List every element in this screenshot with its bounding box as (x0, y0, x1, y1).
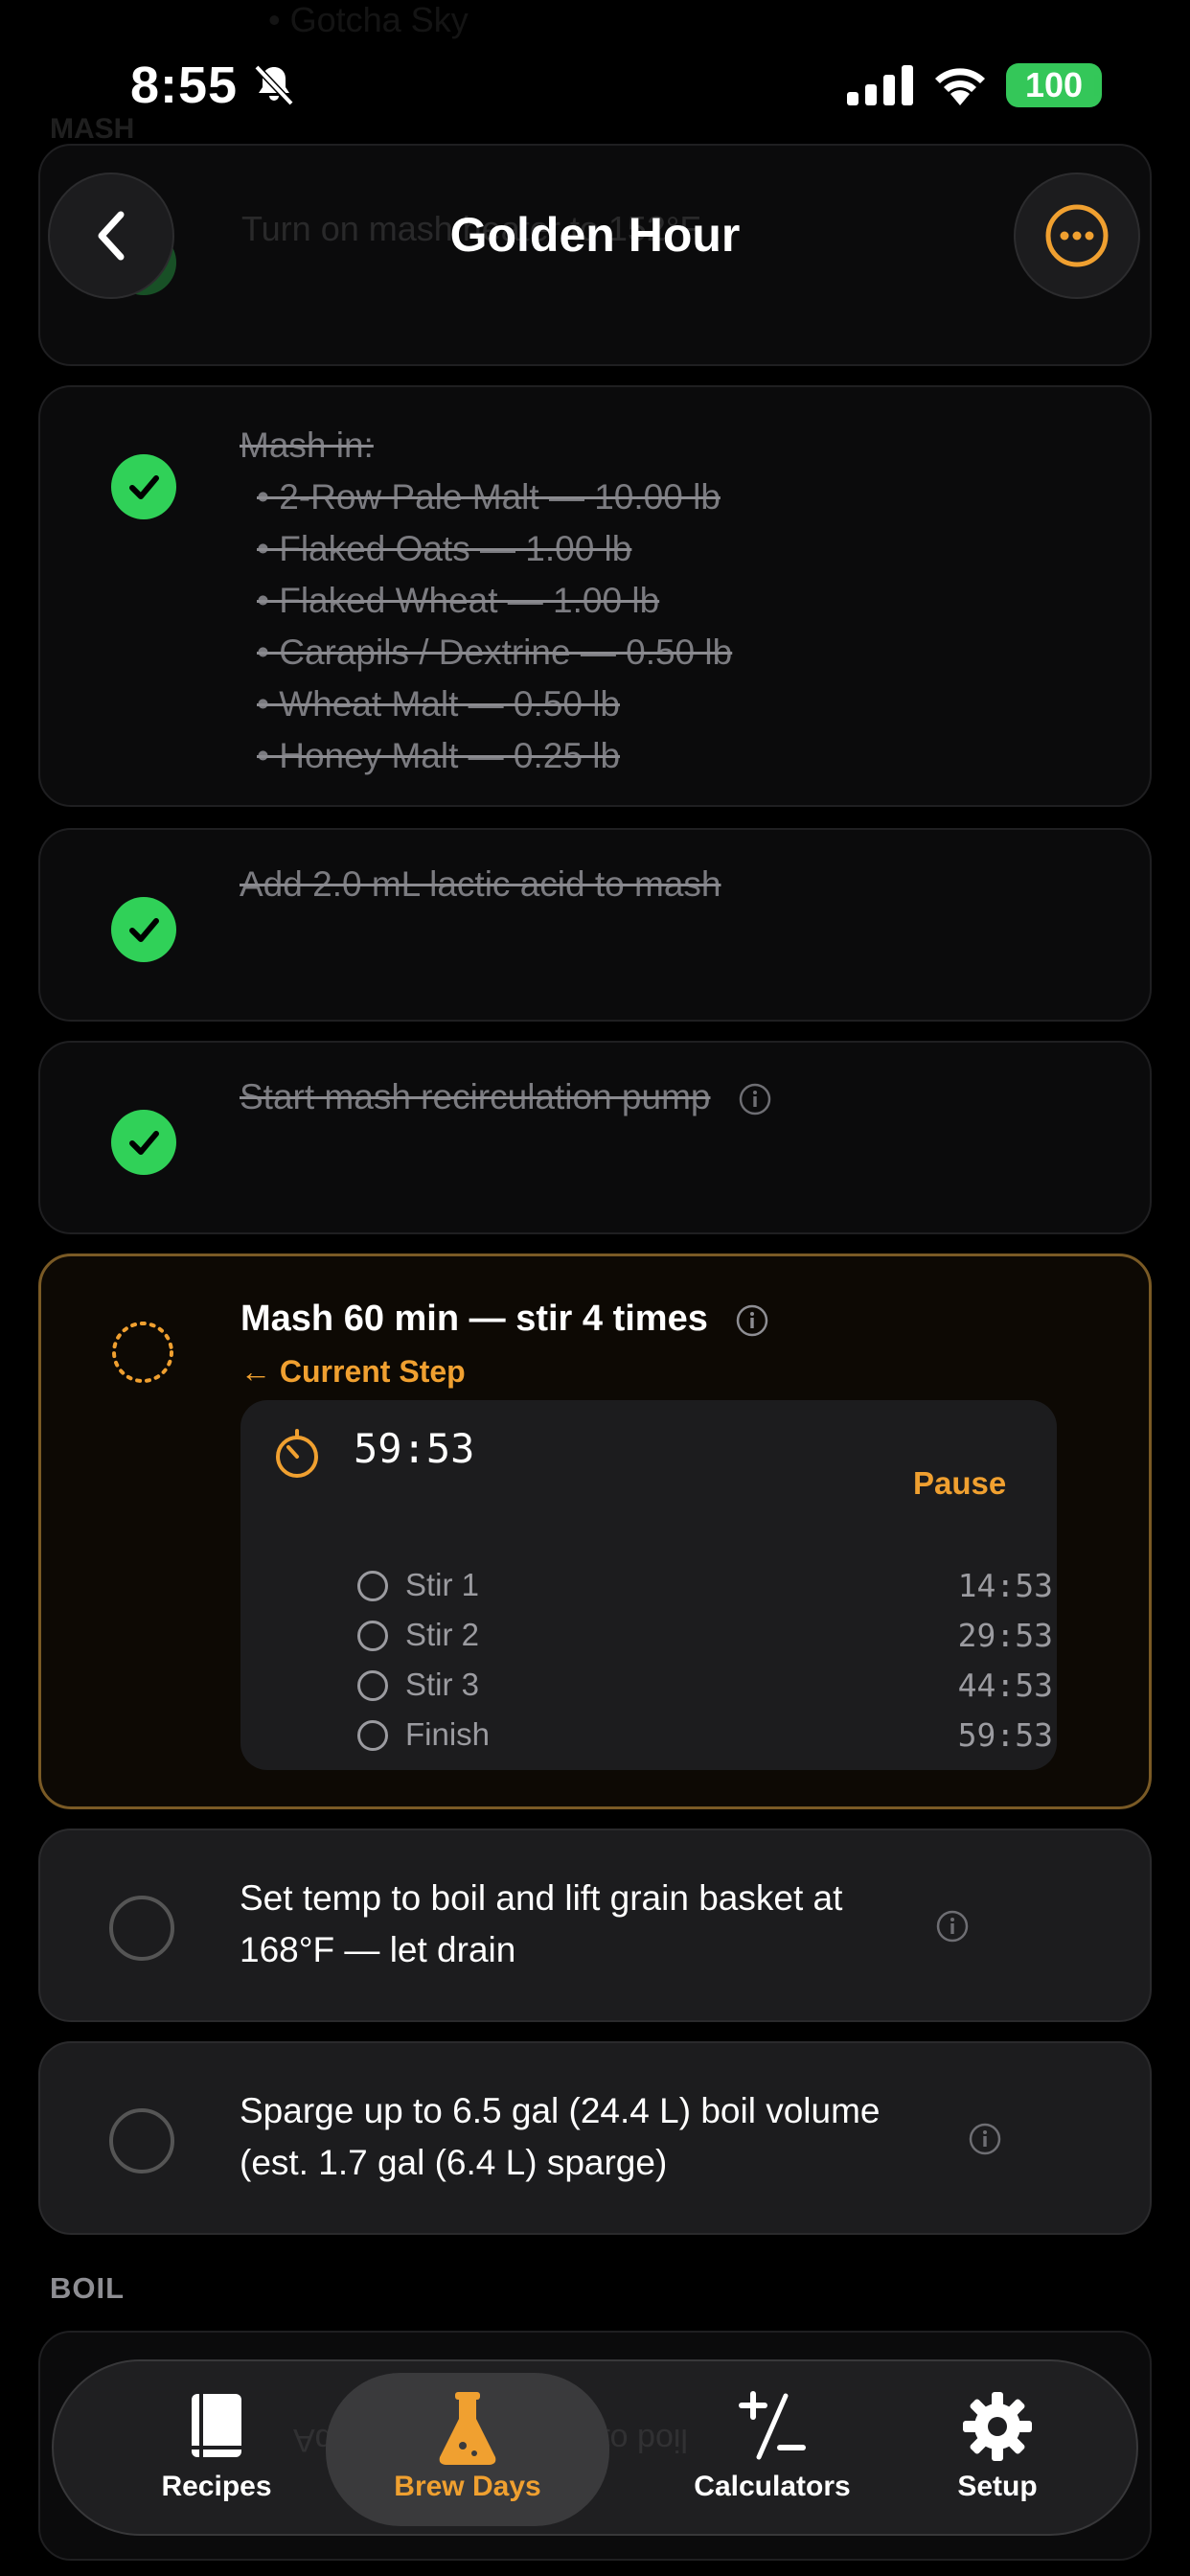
tab-recipes[interactable]: Recipes (92, 2361, 341, 2534)
step-card-mash-in[interactable]: Mash in: • 2-Row Pale Malt — 10.00 lb • … (38, 385, 1152, 807)
tab-label: Calculators (694, 2471, 851, 2502)
info-icon[interactable] (935, 1909, 970, 1944)
step-card-sparge[interactable]: Sparge up to 6.5 gal (24.4 L) boil volum… (38, 2041, 1152, 2235)
tab-calculators[interactable]: Calculators (629, 2361, 916, 2534)
ellipsis-circle-icon (1045, 204, 1109, 267)
timer-panel: 59:53 Pause Stir 1 14:53 Stir 2 29:53 St… (240, 1400, 1057, 1770)
milestone-time: 29:53 (957, 1617, 1053, 1654)
info-icon[interactable] (968, 2122, 1002, 2156)
ingredient-line: • Carapils / Dextrine — 0.50 lb (257, 632, 733, 672)
timer-value: 59:53 (354, 1425, 475, 1472)
step-text-line: Set temp to boil and lift grain basket a… (240, 1878, 843, 1918)
battery-nub (1094, 75, 1100, 96)
milestone-circle-icon (357, 1571, 388, 1601)
more-options-button[interactable] (1014, 172, 1140, 299)
incomplete-circle-icon[interactable] (109, 2108, 174, 2174)
cellular-signal-icon (847, 65, 913, 105)
current-step-marker: ← Current Step (240, 1354, 466, 1389)
page-title: Golden Hour (449, 208, 741, 262)
checkmark-icon[interactable] (111, 454, 176, 519)
timer-icon (276, 1429, 318, 1478)
step-title: Mash in: (240, 426, 374, 465)
step-text-line: Sparge up to 6.5 gal (24.4 L) boil volum… (240, 2091, 881, 2130)
flask-icon (439, 2392, 496, 2465)
step-text-line: (est. 1.7 gal (6.4 L) sparge) (240, 2143, 668, 2182)
ingredient-line: • 2-Row Pale Malt — 10.00 lb (257, 477, 721, 517)
milestone-circle-icon (357, 1621, 388, 1651)
incomplete-circle-icon[interactable] (109, 1896, 174, 1961)
info-icon[interactable] (735, 1303, 769, 1338)
gear-icon (963, 2392, 1032, 2461)
milestone-time: 14:53 (957, 1567, 1053, 1604)
info-icon[interactable] (738, 1082, 772, 1116)
checkmark-icon[interactable] (111, 1110, 176, 1175)
ingredient-line: • Honey Malt — 0.25 lb (257, 736, 621, 775)
milestone-time: 44:53 (957, 1667, 1053, 1704)
step-text: Mash 60 min — stir 4 times (240, 1299, 769, 1340)
milestone-row[interactable]: Stir 1 14:53 (357, 1561, 1053, 1611)
step-card-current-mash[interactable]: Mash 60 min — stir 4 times ← Current Ste… (38, 1254, 1152, 1809)
tab-label: Recipes (161, 2471, 272, 2502)
battery-indicator: 100 (1006, 63, 1102, 107)
tab-bar: Add 1.0 tsp Whirlfloc to boil Recipes Br… (52, 2359, 1138, 2536)
status-bar: 8:55 100 (0, 0, 1190, 172)
step-text: Add 2.0 mL lactic acid to mash (240, 864, 721, 904)
ingredient-line: • Wheat Malt — 0.50 lb (257, 684, 620, 724)
milestone-circle-icon (357, 1670, 388, 1701)
step-title-text: Mash 60 min — stir 4 times (240, 1299, 708, 1339)
book-icon (192, 2394, 241, 2457)
checkmark-icon[interactable] (111, 897, 176, 962)
ingredient-line: • Flaked Oats — 1.00 lb (257, 529, 632, 568)
milestone-row[interactable]: Stir 2 29:53 (357, 1611, 1053, 1661)
step-card-lactic-acid[interactable]: Add 2.0 mL lactic acid to mash (38, 828, 1152, 1022)
milestone-label: Finish (405, 1716, 491, 1752)
tab-label: Setup (957, 2471, 1038, 2502)
step-card-boil-temp[interactable]: Set temp to boil and lift grain basket a… (38, 1828, 1152, 2022)
bell-slash-icon (254, 64, 294, 106)
step-text: Start mash recirculation pump (240, 1077, 711, 1116)
step-text-line: 168°F — let drain (240, 1930, 516, 1969)
milestone-label: Stir 3 (405, 1667, 480, 1702)
milestone-label: Stir 1 (405, 1567, 480, 1602)
pause-button[interactable]: Pause (913, 1465, 1006, 1502)
milestone-circle-icon (357, 1720, 388, 1751)
ingredient-line: • Flaked Wheat — 1.00 lb (257, 581, 660, 620)
tab-brew-days[interactable]: Brew Days (326, 2373, 609, 2526)
step-card-recirculation[interactable]: Start mash recirculation pump (38, 1041, 1152, 1234)
milestone-row[interactable]: Stir 3 44:53 (357, 1661, 1053, 1711)
in-progress-ring-icon (112, 1322, 173, 1383)
milestone-label: Stir 2 (405, 1617, 480, 1652)
plus-minus-icon (739, 2391, 806, 2460)
wifi-icon (935, 68, 985, 105)
tab-setup[interactable]: Setup (897, 2361, 1098, 2534)
tab-label: Brew Days (394, 2471, 541, 2502)
milestone-row[interactable]: Finish 59:53 (357, 1711, 1053, 1760)
section-header-boil: BOIL (50, 2271, 126, 2305)
status-time: 8:55 (130, 57, 239, 114)
milestone-time: 59:53 (957, 1716, 1053, 1754)
